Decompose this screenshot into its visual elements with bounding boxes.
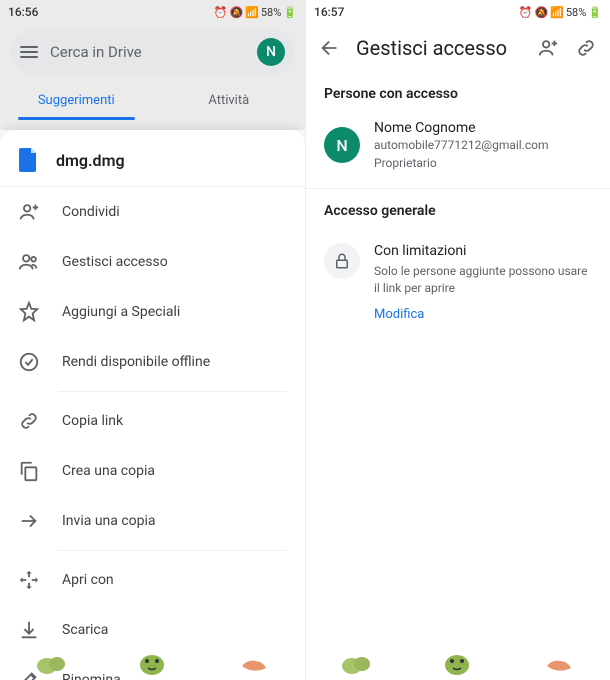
people-icon <box>18 251 40 273</box>
tab-activity[interactable]: Attività <box>153 80 306 120</box>
menu-send-copy[interactable]: Invia una copia <box>0 496 305 546</box>
account-avatar[interactable]: N <box>257 38 285 66</box>
tab-suggestions[interactable]: Suggerimenti <box>0 80 153 120</box>
menu-share[interactable]: Condividi <box>0 187 305 237</box>
menu-label: Rinomina <box>62 672 121 680</box>
menu-open-with[interactable]: Apri con <box>0 555 305 605</box>
star-icon <box>18 301 40 323</box>
menu-copy-link[interactable]: Copia link <box>0 396 305 446</box>
section-people-title: Persone con accesso <box>306 72 610 112</box>
sheet-header: dmg.dmg <box>0 130 305 187</box>
divider <box>58 391 287 392</box>
lock-icon <box>324 243 360 279</box>
person-name: Nome Cognome <box>374 120 549 136</box>
status-indicators: ⏰🔕📶58%🔋 <box>214 6 297 19</box>
status-time: 16:56 <box>8 5 38 19</box>
menu-make-copy[interactable]: Crea una copia <box>0 446 305 496</box>
search-bar[interactable]: Cerca in Drive N <box>10 30 295 74</box>
send-icon <box>18 510 40 532</box>
general-access-row[interactable]: Con limitazioni Solo le persone aggiunte… <box>306 229 610 336</box>
add-person-button[interactable] <box>536 37 560 59</box>
menu-label: Apri con <box>62 572 114 588</box>
menu-label: Copia link <box>62 413 123 429</box>
menu-label: Gestisci accesso <box>62 254 168 270</box>
access-description: Solo le persone aggiunte possono usare i… <box>374 263 592 297</box>
offline-icon <box>18 351 40 373</box>
statusbar-right: 16:57 ⏰🔕📶58%🔋 <box>306 0 610 24</box>
file-icon <box>18 148 38 172</box>
menu-download[interactable]: Scarica <box>0 605 305 655</box>
download-icon <box>18 619 40 641</box>
menu-label: Invia una copia <box>62 513 156 529</box>
menu-label: Scarica <box>62 622 108 638</box>
section-general-title: Accesso generale <box>306 189 610 229</box>
copy-icon <box>18 460 40 482</box>
status-time: 16:57 <box>314 5 344 19</box>
statusbar-left: 16:56 ⏰🔕📶58%🔋 <box>0 0 305 24</box>
tabs: Suggerimenti Attività <box>0 80 305 120</box>
person-avatar: N <box>324 127 360 163</box>
menu-icon[interactable] <box>20 46 38 58</box>
context-menu-sheet: dmg.dmg Condividi Gestisci accesso Aggiu… <box>0 130 305 680</box>
person-email: automobile7771212@gmail.com <box>374 138 549 152</box>
menu-label: Aggiungi a Speciali <box>62 304 180 320</box>
person-row[interactable]: N Nome Cognome automobile7771212@gmail.c… <box>306 112 610 189</box>
search-placeholder: Cerca in Drive <box>50 43 245 61</box>
status-indicators: ⏰🔕📶58%🔋 <box>519 6 602 19</box>
person-role: Proprietario <box>374 156 549 170</box>
person-add-icon <box>18 201 40 223</box>
menu-label: Rendi disponibile offline <box>62 354 210 370</box>
appbar: Gestisci accesso <box>306 24 610 72</box>
menu-label: Crea una copia <box>62 463 155 479</box>
menu-offline[interactable]: Rendi disponibile offline <box>0 337 305 387</box>
open-with-icon <box>18 569 40 591</box>
link-button[interactable] <box>574 37 598 59</box>
menu-add-starred[interactable]: Aggiungi a Speciali <box>0 287 305 337</box>
page-title: Gestisci accesso <box>356 36 522 60</box>
link-icon <box>18 410 40 432</box>
divider <box>58 550 287 551</box>
rename-icon <box>18 669 40 680</box>
back-button[interactable] <box>318 37 342 59</box>
access-title: Con limitazioni <box>374 243 592 259</box>
file-name: dmg.dmg <box>56 151 125 170</box>
access-edit-link[interactable]: Modifica <box>374 307 592 322</box>
menu-manage-access[interactable]: Gestisci accesso <box>0 237 305 287</box>
menu-rename[interactable]: Rinomina <box>0 655 305 680</box>
menu-label: Condividi <box>62 204 120 220</box>
